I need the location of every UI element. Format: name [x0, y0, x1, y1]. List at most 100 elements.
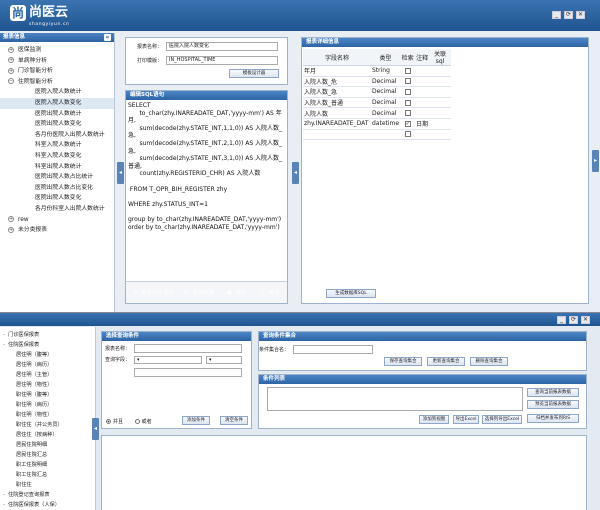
expand-toggle-icon[interactable]: - — [3, 500, 7, 510]
clear-condition-button[interactable]: 清空条件 — [220, 416, 248, 425]
tree-group-item[interactable]: + 未分类报表 — [0, 225, 114, 236]
export-excel-button[interactable]: 导出Excel — [453, 415, 479, 424]
tree-report-item[interactable]: 职住明（物性） — [0, 410, 95, 420]
preview-report-button[interactable]: 预览当前报表数据 — [527, 400, 579, 409]
expand-toggle-icon[interactable]: - — [3, 490, 7, 500]
delete-set-button[interactable]: 删除查询集合 — [470, 357, 508, 366]
search-checkbox[interactable] — [404, 131, 411, 138]
expand-toggle-icon[interactable]: + — [8, 216, 14, 222]
generate-sql-button[interactable]: 生成数据库SQL — [326, 289, 376, 298]
table-row[interactable]: 入院人数_急 Decimal — [303, 86, 452, 98]
close-icon[interactable]: ✕ — [576, 11, 585, 19]
expand-toggle-icon[interactable]: - — [3, 330, 7, 340]
validate-sql-button[interactable]: ✎ 校验SQL语句 — [129, 287, 177, 299]
condition-value-input[interactable] — [134, 368, 242, 377]
tree-report-item[interactable]: 居住明（物性） — [0, 380, 95, 390]
tree-report-item[interactable]: 居民住院汇总 — [0, 450, 95, 460]
expand-lower-icon[interactable]: ◂ — [92, 418, 99, 440]
tree-group-item[interactable]: - 住院登记查询报表 — [0, 490, 95, 500]
table-row[interactable]: 入院人数_危 Decimal — [303, 76, 452, 88]
tree-report-item[interactable]: 职工住院明细 — [0, 460, 95, 470]
search-checkbox[interactable] — [404, 88, 411, 95]
tree-report-item[interactable]: 科室出院人数统计 — [0, 162, 114, 173]
save-set-button[interactable]: 保存查询集合 — [384, 357, 422, 366]
tree-report-item[interactable]: 职住明（腹等） — [0, 390, 95, 400]
tree-report-item[interactable]: 医院出院人数占比统计 — [0, 172, 114, 183]
tree-report-item[interactable]: 科室入院人数统计 — [0, 140, 114, 151]
query-report-button[interactable]: 查询当前报表数据 — [527, 388, 579, 397]
minimize-icon[interactable]: _ — [557, 316, 566, 324]
note-cell[interactable] — [415, 65, 452, 77]
field-select[interactable]: ▾ — [134, 356, 202, 364]
refresh-icon[interactable]: ⟳ — [569, 316, 578, 324]
report-name-input[interactable]: 医院入院人数变化 — [166, 42, 278, 51]
note-cell[interactable] — [415, 129, 452, 141]
tree-report-item[interactable]: 居住明（病历） — [0, 360, 95, 370]
tree-group-item[interactable]: + 门诊智能分析 — [0, 66, 114, 77]
exit-button[interactable]: ⎘ 退出 — [256, 287, 286, 299]
search-checkbox[interactable] — [404, 99, 411, 106]
tree-report-item[interactable]: 医院出院人数占比变化 — [0, 183, 114, 194]
expand-left-icon[interactable]: ◂ — [117, 162, 124, 184]
tree-report-item[interactable]: 科室入院人数变化 — [0, 151, 114, 162]
query-effect-button[interactable]: ⟳ 查询效果 — [180, 287, 220, 299]
search-checkbox[interactable] — [404, 78, 411, 85]
expand-toggle-icon[interactable]: + — [8, 67, 14, 74]
tree-group-item[interactable]: - 住院医保报表 — [0, 340, 95, 350]
tree-report-item[interactable]: 医院入院人数变化 — [0, 97, 114, 109]
condition-report-input[interactable] — [134, 344, 242, 353]
sql-textarea[interactable]: SELECT to_char(zhy.INAREADATE_DAT,'yyyy-… — [128, 102, 285, 279]
expand-middle-icon[interactable]: ◂ — [292, 162, 299, 184]
tree-report-item[interactable]: 医院出院人数变化 — [0, 119, 114, 130]
note-cell[interactable] — [415, 107, 452, 119]
tree-group-item[interactable]: + rew — [0, 215, 114, 226]
radio-or[interactable] — [134, 419, 140, 424]
tree-group-item[interactable]: − 住院智能分析 — [0, 77, 114, 88]
search-checkbox[interactable]: ✓ — [404, 120, 411, 127]
note-cell[interactable]: 日期 — [415, 118, 452, 130]
expand-right-icon[interactable]: ▸ — [592, 150, 599, 172]
close-icon[interactable]: ✕ — [581, 316, 590, 324]
tree-report-item[interactable]: 居住明（主管） — [0, 370, 95, 380]
publish-button[interactable]: 归档并发布到RIS — [527, 414, 579, 423]
tree-group-item[interactable]: + 单病种分析 — [0, 56, 114, 67]
condition-set-input[interactable] — [293, 345, 373, 354]
table-row[interactable]: 入院人数_普通 Decimal — [303, 97, 452, 109]
tree-report-item[interactable]: 居住住（按病种） — [0, 430, 95, 440]
refresh-icon[interactable]: ⟳ — [564, 11, 573, 19]
tree-group-item[interactable]: + 医保监测 — [0, 45, 114, 56]
tree-group-item[interactable]: - 住院医保报表（人保） — [0, 500, 95, 510]
table-row[interactable]: zhy.INAREADATE_DAT datetime ✓ 日期 — [303, 118, 452, 130]
update-set-button[interactable]: 更新查询集合 — [427, 357, 465, 366]
minimize-icon[interactable]: _ — [552, 11, 561, 19]
expand-toggle-icon[interactable]: + — [8, 46, 14, 53]
tree-report-item[interactable]: 职住住 — [0, 480, 95, 490]
tree-report-item[interactable]: 职住住（并公务员） — [0, 420, 95, 430]
tree-report-item[interactable]: 各月份科室入出院人数统计 — [0, 204, 114, 215]
condition-list-box[interactable] — [267, 387, 523, 411]
search-checkbox[interactable] — [404, 110, 411, 117]
expand-toggle-icon[interactable]: + — [8, 226, 14, 233]
tree-report-item[interactable]: 各月份医院入出院人数统计 — [0, 130, 114, 141]
print-template-input[interactable]: IN_HOSPITAL_TIME — [166, 56, 278, 65]
table-row[interactable] — [303, 129, 452, 141]
radio-and[interactable] — [106, 419, 111, 424]
tree-report-item[interactable]: 医院出院人数统计 — [0, 109, 114, 120]
add-condition-button[interactable]: 添加条件 — [182, 416, 210, 425]
operator-select[interactable]: ▾ — [206, 356, 242, 364]
tree-report-item[interactable]: 居民住院明细 — [0, 440, 95, 450]
tree-report-item[interactable]: 职工住院汇总 — [0, 470, 95, 480]
template-designer-button[interactable]: 模板设计器 — [229, 69, 279, 78]
add-to-view-button[interactable]: 添加到视图 — [419, 415, 449, 424]
search-checkbox[interactable] — [404, 67, 411, 74]
tree-report-item[interactable]: 医院入院人数统计 — [0, 87, 114, 98]
note-cell[interactable] — [415, 76, 452, 88]
expand-toggle-icon[interactable]: + — [8, 57, 14, 64]
tree-group-item[interactable]: - 门诊医保报表 — [0, 330, 95, 340]
export-columns-button[interactable]: 选择列导出Excel — [482, 415, 522, 424]
note-cell[interactable] — [415, 86, 452, 98]
save-button[interactable]: ▣ 保存 — [223, 287, 253, 299]
tree-report-item[interactable]: 医院出院人数变化 — [0, 193, 114, 204]
tree-report-item[interactable]: 居住明（腹等） — [0, 350, 95, 360]
note-cell[interactable] — [415, 97, 452, 109]
